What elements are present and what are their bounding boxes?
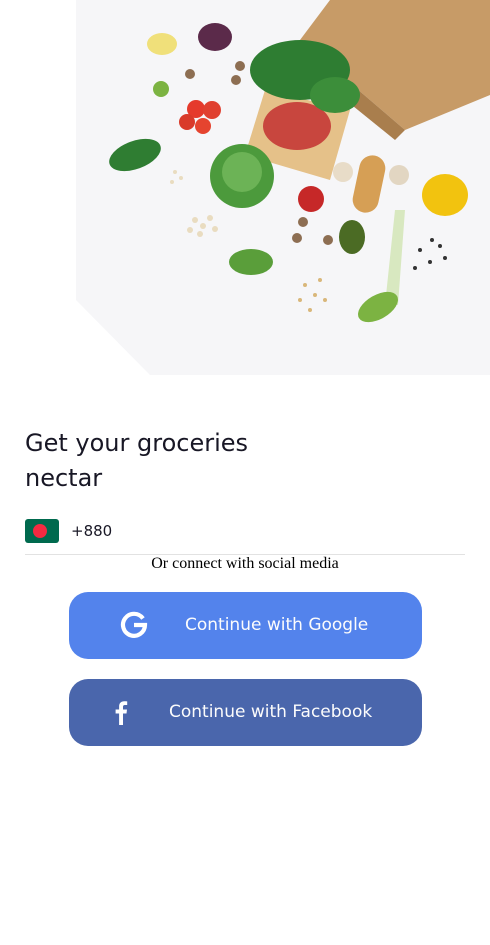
- hero-groceries-image: [0, 0, 490, 375]
- google-button-label: Continue with Google: [185, 615, 369, 635]
- facebook-icon: [105, 696, 137, 728]
- phone-number-field[interactable]: +880: [25, 516, 465, 555]
- bangladesh-flag-icon[interactable]: [25, 519, 59, 543]
- continue-with-google-button[interactable]: Continue with Google: [69, 592, 422, 659]
- title-line-2: nectar: [25, 464, 103, 492]
- continue-with-facebook-button[interactable]: Continue with Facebook: [69, 679, 422, 746]
- google-icon: [118, 609, 150, 641]
- title-line-1: Get your groceries: [25, 429, 249, 457]
- flag-disc: [33, 524, 47, 538]
- facebook-button-label: Continue with Facebook: [169, 702, 373, 722]
- country-code: +880: [71, 522, 113, 540]
- page-title: Get your groceries nectar: [25, 426, 325, 496]
- social-connect-label: Or connect with social media: [151, 555, 339, 572]
